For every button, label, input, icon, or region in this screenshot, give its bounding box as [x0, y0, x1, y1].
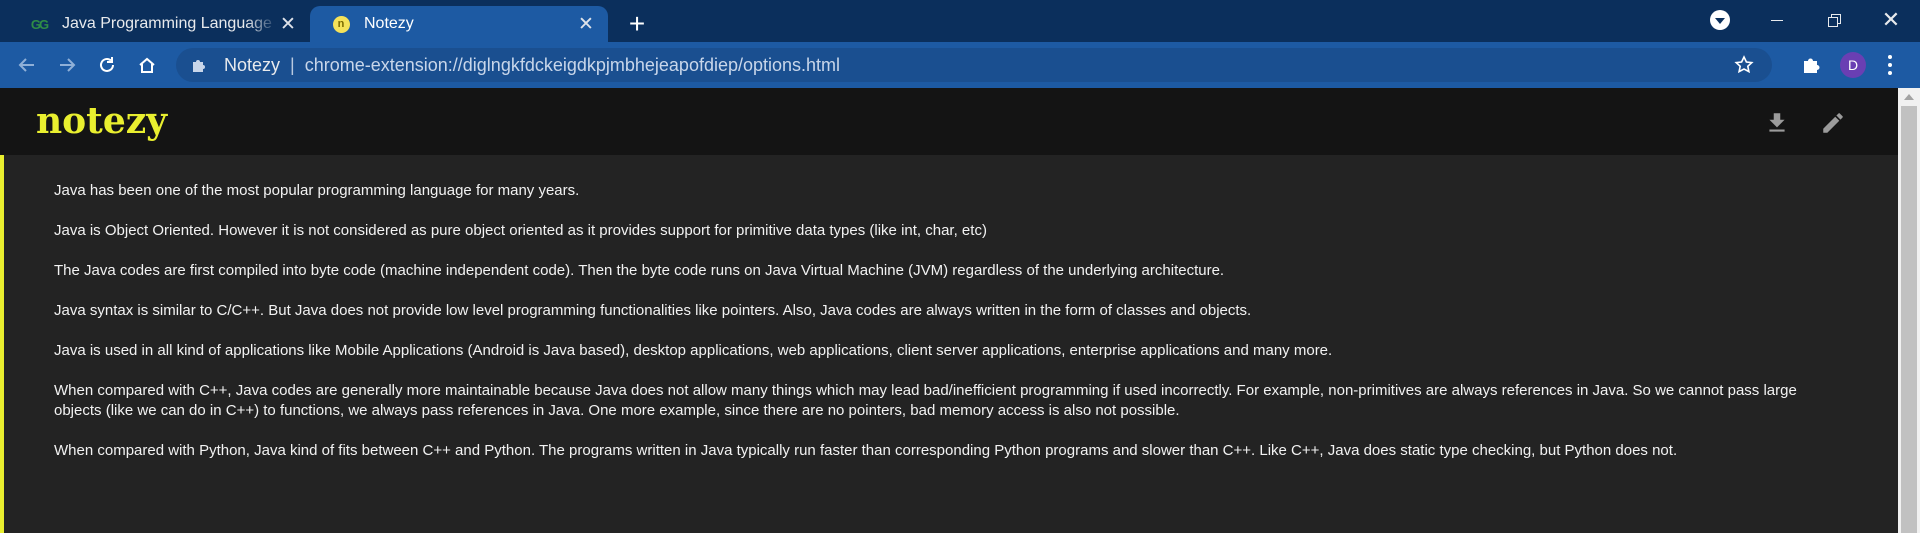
- geeksforgeeks-icon: GG: [30, 16, 49, 32]
- note-paragraph: Java is used in all kind of applications…: [54, 342, 1333, 359]
- app-logo: notezy: [36, 100, 168, 142]
- tab-title: Notezy: [364, 15, 414, 32]
- url-text[interactable]: chrome-extension://diglngkfdckeigdkpjmbh…: [305, 55, 840, 76]
- tab-title: Java Programming Language - GeeksforGeek…: [62, 15, 278, 32]
- omnibox-separator: |: [290, 54, 295, 75]
- notezy-icon: n: [332, 15, 350, 33]
- chrome-menu-icon[interactable]: [1886, 55, 1894, 75]
- scroll-thumb[interactable]: [1901, 106, 1917, 533]
- minimize-icon: [1771, 19, 1783, 21]
- bookmark-star-icon[interactable]: [1734, 55, 1754, 75]
- download-icon[interactable]: [1764, 110, 1790, 136]
- close-tab-icon[interactable]: ✕: [576, 14, 596, 35]
- profile-avatar[interactable]: D: [1840, 52, 1866, 78]
- close-tab-icon[interactable]: ✕: [278, 14, 298, 35]
- reload-button[interactable]: [92, 50, 122, 80]
- close-window-button[interactable]: ✕: [1863, 0, 1919, 40]
- tab-search-icon[interactable]: [1710, 10, 1730, 30]
- arrow-right-icon: [60, 58, 76, 72]
- scroll-up-icon[interactable]: [1904, 94, 1914, 100]
- site-name: Notezy: [224, 54, 281, 75]
- note-paragraph: When compared with Python, Java kind of …: [54, 442, 1678, 459]
- edit-icon[interactable]: [1820, 110, 1846, 136]
- home-icon: [139, 57, 155, 73]
- extensions-icon[interactable]: [1800, 53, 1824, 77]
- new-tab-button[interactable]: +: [622, 9, 652, 39]
- arrow-left-icon: [18, 58, 34, 72]
- page-scrollbar[interactable]: [1898, 88, 1920, 533]
- tab-geeksforgeeks[interactable]: GG Java Programming Language - GeeksforG…: [8, 6, 310, 42]
- tab-strip: GG Java Programming Language - GeeksforG…: [0, 0, 1920, 42]
- extension-puzzle-icon: [190, 56, 208, 74]
- note-paragraph: The Java codes are first compiled into b…: [54, 262, 1225, 279]
- note-paragraph: Java syntax is similar to C/C++. But Jav…: [54, 302, 1252, 319]
- note-paragraph: Java has been one of the most popular pr…: [54, 182, 580, 199]
- back-button[interactable]: [12, 50, 42, 80]
- app-header: notezy: [0, 88, 1898, 155]
- restore-icon: [1828, 14, 1841, 27]
- note-paragraph: When compared with C++, Java codes are g…: [54, 382, 1797, 419]
- browser-toolbar: Notezy | chrome-extension://diglngkfdcke…: [0, 42, 1920, 88]
- note-paragraph: Java is Object Oriented. However it is n…: [54, 222, 987, 239]
- restore-button[interactable]: [1806, 0, 1862, 40]
- tab-notezy[interactable]: n Notezy ✕: [310, 6, 608, 42]
- note-area: Java has been one of the most popular pr…: [0, 155, 1898, 533]
- home-button[interactable]: [132, 50, 162, 80]
- note-text[interactable]: Java has been one of the most popular pr…: [54, 181, 1834, 481]
- reload-icon: [100, 57, 114, 72]
- minimize-button[interactable]: [1749, 0, 1805, 40]
- address-bar[interactable]: Notezy | chrome-extension://diglngkfdcke…: [176, 48, 1772, 82]
- forward-button[interactable]: [52, 50, 82, 80]
